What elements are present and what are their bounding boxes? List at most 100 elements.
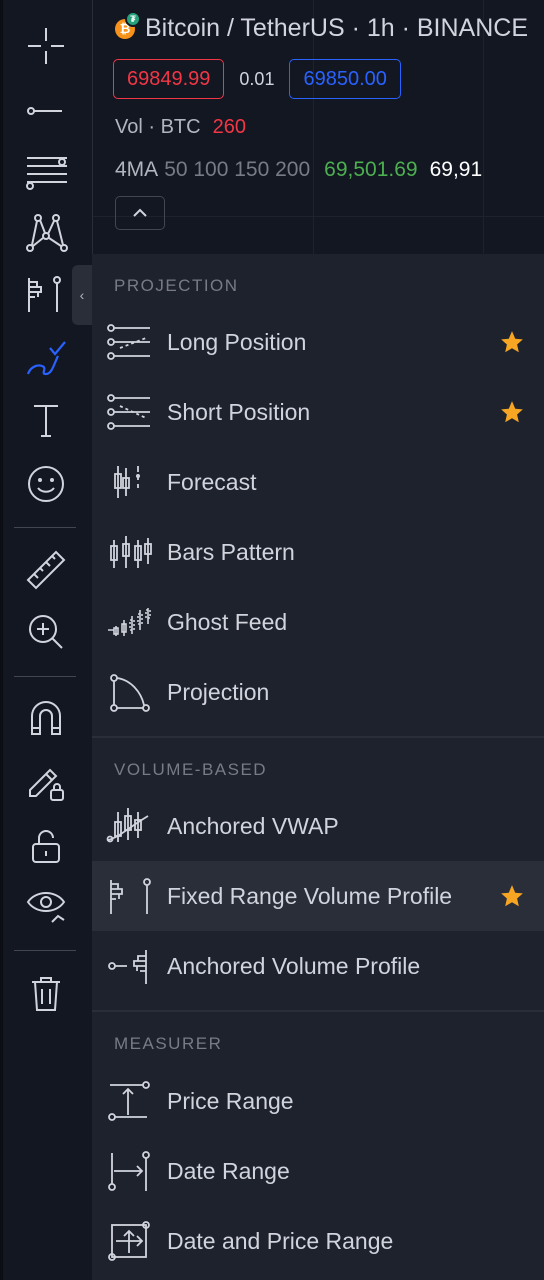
section-divider [92, 1010, 544, 1012]
trend-line-icon [27, 107, 62, 115]
section-divider [92, 736, 544, 738]
symbol-row[interactable]: ₿ ₮ Bitcoin / TetherUS · 1h · BINANCE [115, 10, 529, 43]
collapse-submenu-tab[interactable]: ‹ [72, 265, 92, 325]
section-title-measurer: MEASURER [114, 1034, 223, 1053]
star-icon[interactable] [498, 883, 526, 909]
trash-icon [32, 977, 60, 1011]
trend-line-tool[interactable] [20, 80, 72, 132]
menu-item-date-range[interactable]: Date Range [92, 1136, 544, 1206]
zoom-in-icon [29, 615, 63, 649]
emoji-tool[interactable] [20, 458, 72, 510]
chevron-left-icon: ‹ [79, 287, 85, 303]
hide-drawings-tool[interactable] [20, 878, 72, 930]
smiley-icon [28, 466, 64, 502]
menu-item-price-range[interactable]: Price Range [92, 1066, 544, 1136]
fib-levels-icon [26, 157, 67, 190]
volume-value: 260 [212, 116, 246, 138]
brush-tool[interactable] [20, 332, 72, 384]
ma-label: 4MA [115, 158, 159, 181]
ma-legend[interactable]: 4MA 50 100 150 200 69,501.69 69,91 [115, 158, 482, 182]
text-tool[interactable] [20, 394, 72, 446]
menu-item-label: Date Range [167, 1157, 290, 1184]
projection-tools-menu: PROJECTION Long Position Short Position … [92, 254, 544, 1280]
ruler-tool[interactable] [20, 544, 72, 596]
chevron-up-icon [133, 208, 147, 217]
long-position-icon [107, 324, 150, 360]
zoom-in-tool[interactable] [20, 606, 72, 658]
section-title-projection: PROJECTION [114, 276, 239, 295]
patterns-icon [26, 214, 68, 252]
menu-item-label: Date and Price Range [167, 1227, 394, 1254]
ma-value-2: 69,91 [429, 158, 483, 181]
spread-value: 0.01 [239, 68, 275, 89]
star-icon[interactable] [498, 399, 526, 425]
volume-label: Vol · BTC [115, 116, 201, 138]
crosshair-icon [28, 28, 64, 64]
bars-pattern-icon [110, 536, 152, 568]
buy-price-button[interactable]: 69850.00 [289, 59, 401, 99]
text-icon [34, 405, 58, 437]
toolbar-edge [0, 0, 3, 1280]
menu-item-short-position[interactable]: Short Position [92, 377, 544, 447]
fixed-range-volume-profile-icon [110, 878, 151, 914]
fib-levels-tool[interactable] [20, 144, 72, 196]
menu-item-label: Price Range [167, 1087, 294, 1114]
menu-item-long-position[interactable]: Long Position [92, 307, 544, 377]
trash-tool[interactable] [20, 968, 72, 1020]
ruler-icon [26, 550, 66, 590]
prediction-tool[interactable] [20, 268, 72, 320]
patterns-tool[interactable] [20, 206, 72, 258]
anchored-vwap-icon [106, 808, 149, 843]
ma-value-1: 69,501.69 [324, 158, 418, 181]
trading-price-row: 69849.99 0.01 69850.00 [113, 59, 401, 99]
tether-coin-icon: ₮ [125, 10, 141, 27]
pencil-lock-icon [29, 768, 64, 801]
toolbar-separator [14, 527, 76, 528]
menu-item-bars-pattern[interactable]: Bars Pattern [92, 517, 544, 587]
bitcoin-coin-icon: ₿ ₮ [115, 10, 141, 39]
volume-legend[interactable]: Vol · BTC 260 [115, 116, 246, 139]
menu-item-ghost-feed[interactable]: Ghost Feed [92, 587, 544, 657]
menu-item-projection[interactable]: Projection [92, 657, 544, 727]
magnet-icon [31, 701, 61, 735]
ghost-feed-icon [108, 608, 151, 636]
date-range-icon [108, 1151, 150, 1191]
crosshair-tool[interactable] [20, 20, 72, 72]
menu-item-label: Long Position [167, 328, 307, 355]
menu-item-fixed-range-volume-profile[interactable]: Fixed Range Volume Profile [92, 861, 544, 931]
magnet-tool[interactable] [20, 692, 72, 744]
volume-profile-tool-icon [28, 276, 61, 312]
toolbar-separator [14, 950, 76, 951]
sell-price-button[interactable]: 69849.99 [113, 59, 225, 99]
menu-item-label: Ghost Feed [167, 608, 288, 635]
forecast-icon [114, 466, 140, 498]
lock-tool[interactable] [20, 820, 72, 872]
drawing-toolbar: ‹ [0, 0, 92, 1280]
menu-item-label: Bars Pattern [167, 538, 295, 565]
short-position-icon [107, 394, 150, 430]
star-icon[interactable] [498, 329, 526, 355]
chart-legend-area: ₿ ₮ Bitcoin / TetherUS · 1h · BINANCE 69… [92, 0, 544, 254]
collapse-legend-button[interactable] [115, 196, 165, 230]
ma-params: 50 100 150 200 [164, 158, 311, 181]
brush-icon [26, 341, 66, 376]
menu-item-label: Anchored Volume Profile [167, 952, 421, 979]
eye-icon [26, 892, 66, 923]
menu-item-label: Short Position [167, 398, 311, 425]
date-price-range-icon [108, 1221, 150, 1261]
menu-item-label: Fixed Range Volume Profile [167, 882, 453, 909]
lock-drawing-tool[interactable] [20, 756, 72, 808]
menu-item-date-and-price-range[interactable]: Date and Price Range [92, 1206, 544, 1276]
symbol-title: Bitcoin / TetherUS · 1h · BINANCE [145, 14, 529, 42]
menu-item-anchored-vwap[interactable]: Anchored VWAP [92, 791, 544, 861]
projection-icon [110, 674, 150, 712]
price-range-icon [108, 1081, 150, 1121]
menu-item-anchored-volume-profile[interactable]: Anchored Volume Profile [92, 931, 544, 1001]
menu-item-label: Forecast [167, 468, 257, 495]
menu-item-label: Projection [167, 678, 270, 705]
menu-item-forecast[interactable]: Forecast [92, 447, 544, 517]
section-title-volume-based: VOLUME-BASED [114, 760, 268, 779]
unlock-icon [32, 830, 60, 863]
anchored-volume-profile-icon [108, 950, 147, 984]
menu-item-label: Anchored VWAP [167, 812, 339, 839]
